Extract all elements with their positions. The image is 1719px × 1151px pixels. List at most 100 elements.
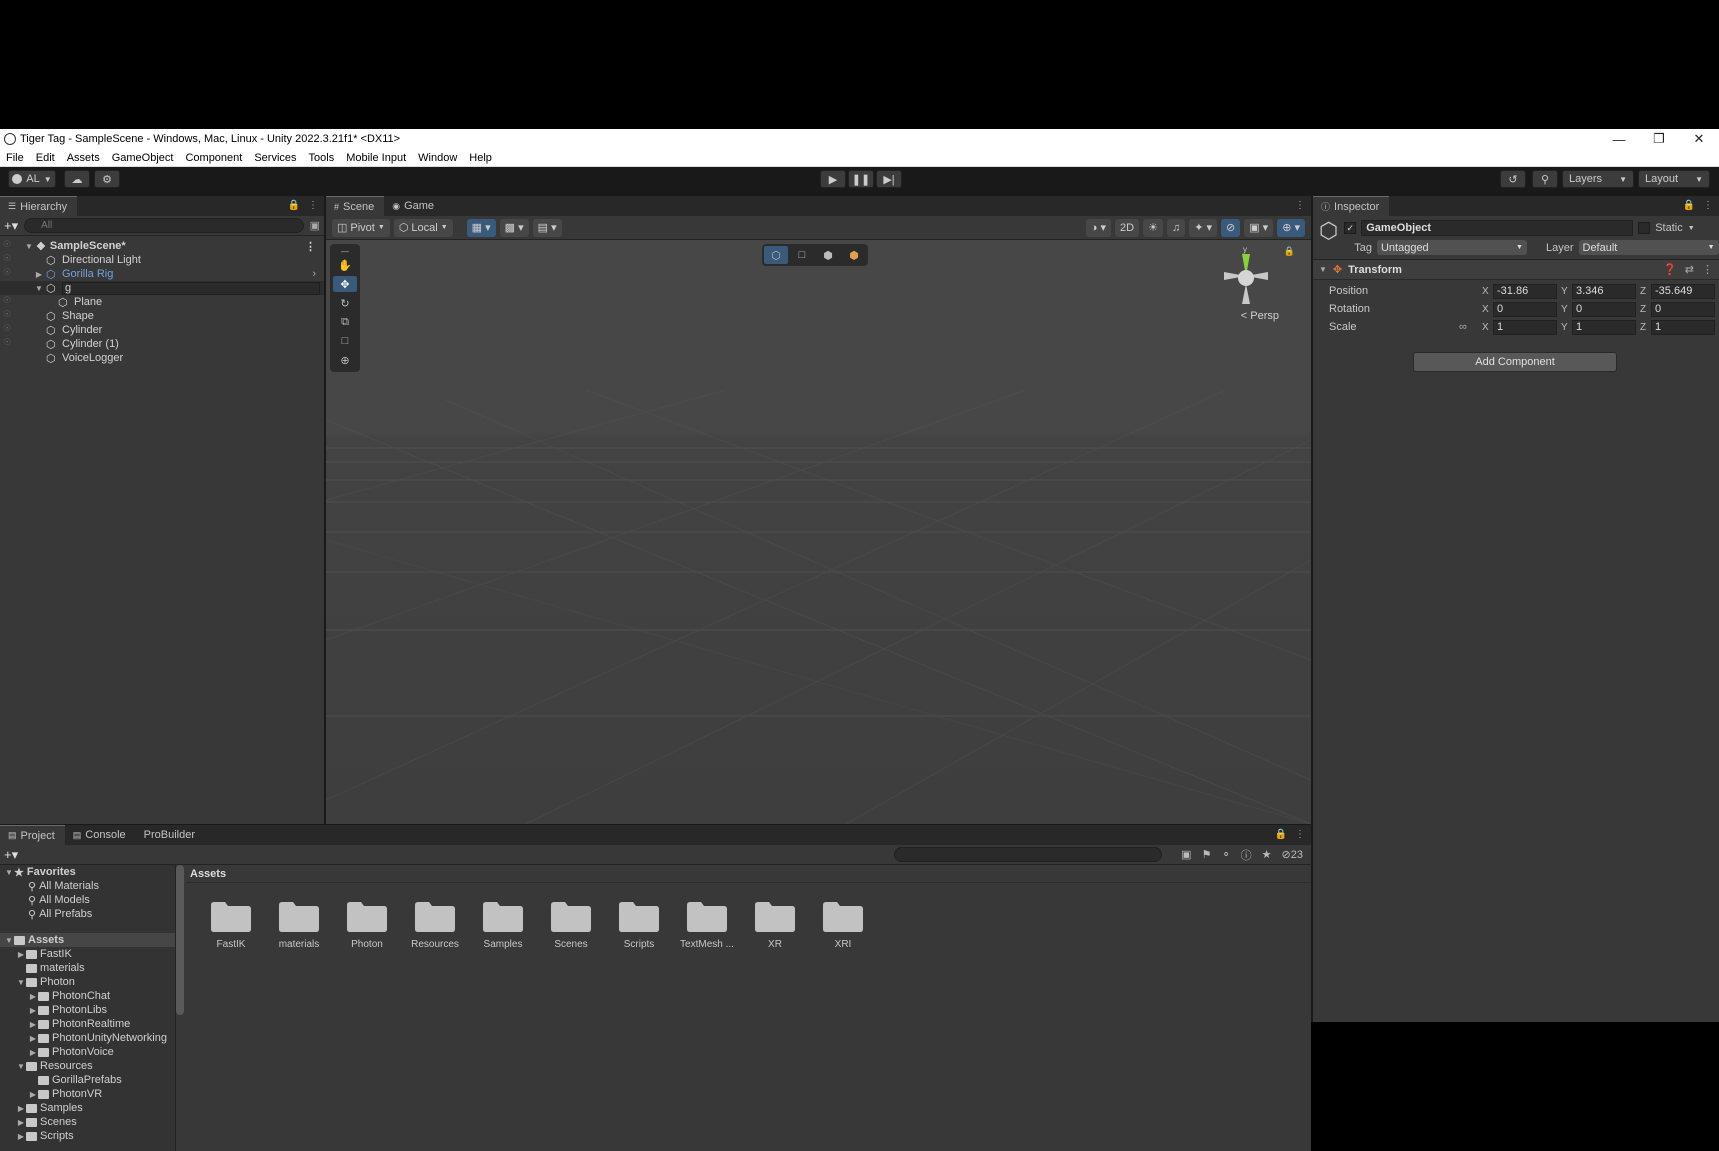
menu-mobile-input[interactable]: Mobile Input bbox=[346, 152, 406, 164]
tab-inspector[interactable]: ⓘ Inspector bbox=[1313, 196, 1390, 216]
camera-button[interactable]: ▣ ▾ bbox=[1244, 218, 1274, 237]
folder-item[interactable]: ▶ PhotonLibs bbox=[0, 1003, 175, 1017]
hierarchy-item[interactable]: ⬡ Shape bbox=[0, 309, 324, 323]
close-button[interactable]: ✕ bbox=[1679, 129, 1719, 149]
audio-toggle[interactable]: ♫ bbox=[1166, 218, 1186, 237]
info-icon[interactable]: ⓘ bbox=[1241, 847, 1252, 863]
asset-folder[interactable]: Scripts bbox=[612, 899, 666, 950]
tab-project[interactable]: ▤ Project bbox=[0, 825, 65, 845]
help-icon[interactable]: ❓ bbox=[1663, 263, 1677, 276]
menu-component[interactable]: Component bbox=[185, 152, 242, 164]
expand-arrow-icon[interactable]: ▶ bbox=[16, 1118, 26, 1127]
expand-arrow-icon[interactable]: ▶ bbox=[28, 1048, 38, 1057]
hierarchy-item[interactable]: ⬡ Cylinder (1) bbox=[0, 337, 324, 351]
minimize-button[interactable]: — bbox=[1599, 129, 1639, 149]
hierarchy-item[interactable]: ⬡ Plane bbox=[0, 295, 324, 309]
2d-toggle[interactable]: 2D bbox=[1115, 218, 1140, 237]
expand-arrow-icon[interactable]: ▶ bbox=[16, 1104, 26, 1113]
step-button[interactable]: ▶| bbox=[876, 170, 902, 188]
folder-item[interactable]: materials bbox=[0, 961, 175, 975]
favorite-item[interactable]: ⚲ All Materials bbox=[0, 879, 175, 893]
orientation-gizmo[interactable]: y bbox=[1211, 246, 1281, 316]
chevron-right-icon[interactable]: › bbox=[312, 268, 316, 280]
pivot-dropdown[interactable]: ◫ Pivot ▼ bbox=[332, 218, 390, 237]
search-by-label-icon[interactable]: ⚑ bbox=[1202, 848, 1212, 861]
menu-file[interactable]: File bbox=[6, 152, 24, 164]
rotation-z-field[interactable]: 0 bbox=[1651, 301, 1715, 317]
scale-x-field[interactable]: 1 bbox=[1493, 319, 1557, 335]
lock-icon[interactable]: 🔒 bbox=[1284, 246, 1295, 257]
folder-item[interactable]: ▼ Photon bbox=[0, 975, 175, 989]
gizmos-button[interactable]: ⊕ ▾ bbox=[1277, 218, 1305, 237]
lighting-toggle[interactable]: ☀ bbox=[1143, 218, 1163, 237]
folder-item[interactable]: ▶ PhotonVoice bbox=[0, 1045, 175, 1059]
expand-arrow-icon[interactable]: ▶ bbox=[28, 992, 38, 1001]
expand-arrow-icon[interactable]: ▼ bbox=[34, 284, 44, 293]
layout-dropdown[interactable]: Layout ▼ bbox=[1638, 170, 1710, 188]
gameobject-cube-icon[interactable]: ⬡ bbox=[1319, 220, 1338, 242]
asset-folder[interactable]: TextMesh ... bbox=[680, 899, 734, 950]
rect-select-icon[interactable]: □ bbox=[790, 246, 814, 264]
restore-button[interactable]: ❐ bbox=[1639, 129, 1679, 149]
search-button[interactable]: ⚲ bbox=[1532, 170, 1558, 188]
more-icon[interactable]: ⋮ bbox=[1295, 829, 1305, 840]
position-y-field[interactable]: 3.346 bbox=[1572, 283, 1636, 299]
folder-item[interactable]: ▶ Scripts bbox=[0, 1129, 175, 1143]
transform-header[interactable]: ▼ ✥ Transform ❓ ⇄ ⋮ bbox=[1313, 260, 1719, 280]
pause-button[interactable]: ❚❚ bbox=[848, 170, 874, 188]
expand-arrow-icon[interactable]: ▶ bbox=[34, 270, 44, 279]
favorite-item[interactable]: ⚲ All Prefabs bbox=[0, 907, 175, 921]
asset-folder[interactable]: Scenes bbox=[544, 899, 598, 950]
project-search-input[interactable] bbox=[894, 847, 1162, 862]
hierarchy-item[interactable]: ⬡ Directional Light bbox=[0, 253, 324, 267]
menu-edit[interactable]: Edit bbox=[36, 152, 55, 164]
search-by-type-icon[interactable]: ▣ bbox=[1181, 848, 1191, 861]
scene-row[interactable]: ▼ ❖ SampleScene* ⋮ bbox=[0, 239, 324, 253]
collab-button[interactable]: ⚙ bbox=[94, 170, 120, 188]
presets-icon[interactable]: ⇄ bbox=[1685, 263, 1694, 276]
expand-arrow-icon[interactable]: ▼ bbox=[16, 1062, 26, 1071]
tab-probuilder[interactable]: ProBuilder bbox=[136, 825, 205, 845]
transform-tool-icon[interactable]: ⊕ bbox=[333, 352, 357, 368]
folder-item[interactable]: ▼ Resources bbox=[0, 1059, 175, 1073]
hierarchy-item[interactable]: ⬡ VoiceLogger bbox=[0, 351, 324, 365]
folder-item[interactable]: GorillaPrefabs bbox=[0, 1073, 175, 1087]
more-icon[interactable]: ⋮ bbox=[1295, 200, 1305, 211]
layer-dropdown[interactable]: Default ▼ bbox=[1578, 240, 1719, 255]
position-z-field[interactable]: -35.649 bbox=[1651, 283, 1715, 299]
play-button[interactable]: ▶ bbox=[820, 170, 846, 188]
assets-root[interactable]: ▼ Assets bbox=[0, 933, 175, 947]
expand-arrow-icon[interactable]: ▶ bbox=[28, 1034, 38, 1043]
position-x-field[interactable]: -31.86 bbox=[1493, 283, 1557, 299]
hand-tool-icon[interactable]: ✋ bbox=[333, 257, 357, 273]
menu-tools[interactable]: Tools bbox=[309, 152, 335, 164]
expand-arrow-icon[interactable]: ▶ bbox=[28, 1090, 38, 1099]
folder-item[interactable]: ▶ Samples bbox=[0, 1101, 175, 1115]
undo-history-button[interactable]: ↺ bbox=[1500, 170, 1526, 188]
cloud-button[interactable]: ☁ bbox=[64, 170, 90, 188]
menu-help[interactable]: Help bbox=[469, 152, 492, 164]
hidden-objects-toggle[interactable]: ⊘ bbox=[1221, 218, 1241, 237]
grid-snap-button[interactable]: ▦ ▾ bbox=[466, 218, 496, 237]
add-button[interactable]: +▾ bbox=[4, 847, 18, 863]
rotate-tool-icon[interactable]: ↻ bbox=[333, 295, 357, 311]
lock-icon[interactable]: 🔒 bbox=[1275, 829, 1287, 840]
folder-item[interactable]: ▶ Scenes bbox=[0, 1115, 175, 1129]
tab-console[interactable]: ▤ Console bbox=[65, 825, 136, 845]
expand-arrow-icon[interactable]: ▶ bbox=[28, 1020, 38, 1029]
rename-field[interactable]: g bbox=[62, 281, 320, 295]
add-component-button[interactable]: Add Component bbox=[1413, 352, 1617, 372]
more-icon[interactable]: ⋮ bbox=[1702, 263, 1713, 276]
menu-services[interactable]: Services bbox=[254, 152, 296, 164]
scale-y-field[interactable]: 1 bbox=[1572, 319, 1636, 335]
box-mode-icon[interactable]: ⬢ bbox=[816, 246, 840, 264]
tag-icon[interactable]: ⚬ bbox=[1221, 848, 1230, 861]
add-button[interactable]: +▾ bbox=[4, 218, 18, 234]
more-icon[interactable]: ⋮ bbox=[305, 240, 316, 253]
hierarchy-item-prefab[interactable]: ▶ ⬡ Gorilla Rig › bbox=[0, 267, 324, 281]
lock-icon[interactable]: 🔒 bbox=[288, 200, 300, 211]
drag-handle[interactable]: — bbox=[333, 247, 357, 256]
hierarchy-item[interactable]: ⬡ Cylinder bbox=[0, 323, 324, 337]
expand-arrow-icon[interactable]: ▼ bbox=[1319, 265, 1327, 274]
folder-item[interactable]: ▶ PhotonRealtime bbox=[0, 1017, 175, 1031]
